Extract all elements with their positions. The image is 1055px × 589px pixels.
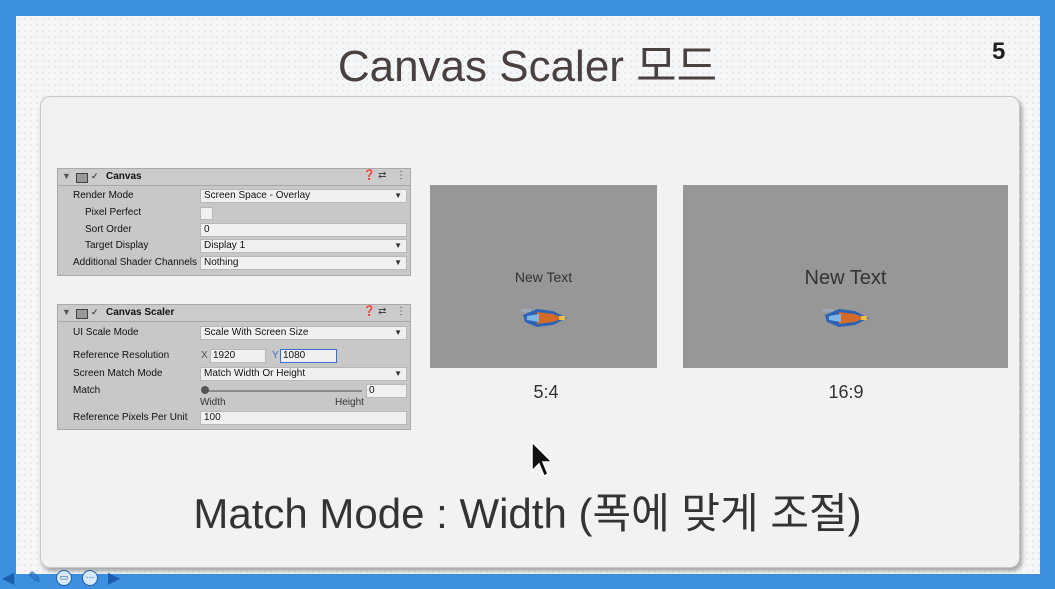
chevron-down-icon: ▼ bbox=[394, 241, 402, 250]
target-display-dropdown[interactable]: Display 1 ▼ bbox=[200, 239, 407, 253]
screen-match-mode-label: Screen Match Mode bbox=[73, 368, 163, 379]
shader-channels-row: Additional Shader Channels Nothing ▼ bbox=[58, 255, 410, 271]
pixel-perfect-row: Pixel Perfect bbox=[58, 205, 410, 221]
target-display-row: Target Display Display 1 ▼ bbox=[58, 238, 410, 254]
page-number: 5 bbox=[992, 38, 1006, 65]
reference-resolution-label: Reference Resolution bbox=[73, 350, 170, 361]
component-name: Canvas Scaler bbox=[106, 307, 175, 318]
shader-channels-label: Additional Shader Channels bbox=[73, 257, 197, 268]
reference-resolution-row: Reference Resolution X 1920 Y 1080 bbox=[58, 348, 410, 364]
target-display-label: Target Display bbox=[85, 240, 149, 251]
enabled-checkbox[interactable]: ✓ bbox=[91, 171, 101, 181]
kebab-menu-icon[interactable]: ⋮ bbox=[396, 306, 406, 317]
component-name: Canvas bbox=[106, 171, 142, 182]
sort-order-input[interactable]: 0 bbox=[200, 223, 407, 237]
screen-match-mode-value: Match Width Or Height bbox=[204, 368, 306, 379]
ratio-label-5-4: 5:4 bbox=[533, 382, 559, 402]
canvas-component-icon bbox=[76, 173, 88, 183]
shader-channels-value: Nothing bbox=[204, 257, 239, 268]
render-mode-value: Screen Space - Overlay bbox=[204, 190, 311, 201]
shader-channels-dropdown[interactable]: Nothing ▼ bbox=[200, 256, 407, 270]
collapse-arrow-icon[interactable]: ▼ bbox=[62, 307, 71, 317]
spaceship-icon bbox=[823, 309, 869, 327]
preset-icon[interactable]: ⇄ bbox=[378, 170, 386, 181]
ref-ppu-label: Reference Pixels Per Unit bbox=[73, 412, 188, 423]
render-mode-dropdown[interactable]: Screen Space - Overlay ▼ bbox=[200, 189, 407, 203]
ui-scale-mode-label: UI Scale Mode bbox=[73, 327, 139, 338]
help-icon[interactable]: ❓ bbox=[363, 306, 375, 317]
new-text-label: New Text bbox=[804, 267, 887, 289]
x-axis-label: X bbox=[201, 350, 208, 361]
canvas-scaler-header[interactable]: ▼ ✓ Canvas Scaler ❓ ⇄ ⋮ bbox=[58, 305, 410, 322]
new-text-label: New Text bbox=[514, 269, 573, 285]
previous-slide-icon[interactable]: ◀ bbox=[2, 570, 14, 588]
pixel-perfect-label: Pixel Perfect bbox=[85, 207, 142, 218]
screen-match-mode-dropdown[interactable]: Match Width Or Height ▼ bbox=[200, 367, 407, 381]
more-options-icon[interactable]: ⋯ bbox=[82, 570, 98, 586]
match-max-label: Height bbox=[335, 397, 364, 408]
ui-scale-mode-row: UI Scale Mode Scale With Screen Size ▼ bbox=[58, 325, 410, 341]
slide-title: Canvas Scaler 모드 bbox=[337, 42, 718, 91]
canvas-component-header[interactable]: ▼ ✓ Canvas ❓ ⇄ ⋮ bbox=[58, 169, 410, 186]
caption: Match Mode : Width (폭에 맞게 조절) bbox=[193, 490, 862, 537]
match-min-label: Width bbox=[200, 397, 226, 408]
game-view-5-4: New Text bbox=[430, 185, 657, 368]
sort-order-label: Sort Order bbox=[85, 224, 132, 235]
y-axis-label: Y bbox=[272, 350, 279, 361]
preset-icon[interactable]: ⇄ bbox=[378, 306, 386, 317]
kebab-menu-icon[interactable]: ⋮ bbox=[396, 170, 406, 181]
mouse-cursor-icon bbox=[531, 441, 554, 478]
match-label: Match bbox=[73, 385, 101, 396]
render-mode-label: Render Mode bbox=[73, 190, 134, 201]
ref-ppu-input[interactable]: 100 bbox=[200, 411, 407, 425]
ratio-label-16-9: 16:9 bbox=[828, 382, 864, 402]
match-row: Match 0 Width Height bbox=[58, 383, 410, 409]
ui-scale-mode-dropdown[interactable]: Scale With Screen Size ▼ bbox=[200, 326, 407, 340]
game-view-16-9: New Text bbox=[683, 185, 1008, 368]
enabled-checkbox[interactable]: ✓ bbox=[91, 307, 101, 317]
screen-match-mode-row: Screen Match Mode Match Width Or Height ▼ bbox=[58, 366, 410, 382]
match-slider-handle[interactable] bbox=[201, 386, 209, 394]
canvas-component-panel: ▼ ✓ Canvas ❓ ⇄ ⋮ Render Mode Screen Spac… bbox=[57, 168, 411, 276]
canvas-scaler-component-icon bbox=[76, 309, 88, 319]
ref-res-y-input[interactable]: 1080 bbox=[280, 349, 337, 363]
spaceship-icon bbox=[521, 309, 567, 327]
canvas-scaler-component-panel: ▼ ✓ Canvas Scaler ❓ ⇄ ⋮ UI Scale Mode Sc… bbox=[57, 304, 411, 430]
chevron-down-icon: ▼ bbox=[394, 258, 402, 267]
chevron-down-icon: ▼ bbox=[394, 191, 402, 200]
target-display-value: Display 1 bbox=[204, 240, 246, 251]
pen-icon[interactable]: ✎ bbox=[28, 570, 41, 588]
ui-scale-mode-value: Scale With Screen Size bbox=[204, 327, 309, 338]
help-icon[interactable]: ❓ bbox=[363, 170, 375, 181]
slides-overview-icon[interactable]: ▭ bbox=[56, 570, 72, 586]
ref-res-x-input[interactable]: 1920 bbox=[210, 349, 266, 363]
match-value-input[interactable]: 0 bbox=[366, 384, 407, 398]
sort-order-row: Sort Order 0 bbox=[58, 222, 410, 238]
match-slider-track[interactable] bbox=[204, 390, 362, 392]
chevron-down-icon: ▼ bbox=[394, 369, 402, 378]
chevron-down-icon: ▼ bbox=[394, 328, 402, 337]
render-mode-row: Render Mode Screen Space - Overlay ▼ bbox=[58, 188, 410, 204]
ref-ppu-row: Reference Pixels Per Unit 100 bbox=[58, 410, 410, 426]
next-slide-icon[interactable]: ▶ bbox=[108, 570, 120, 588]
collapse-arrow-icon[interactable]: ▼ bbox=[62, 171, 71, 181]
pixel-perfect-checkbox[interactable] bbox=[200, 207, 213, 220]
